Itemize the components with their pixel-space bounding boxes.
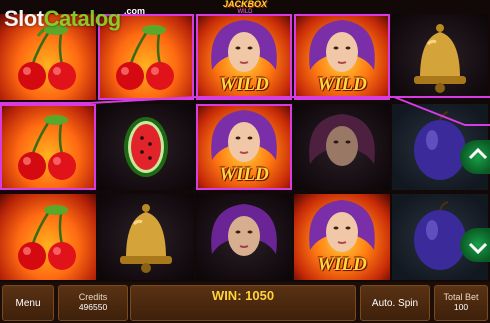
total-bet-panel[interactable]: Total Bet 100 bbox=[434, 285, 488, 321]
credits-panel: Credits 496550 bbox=[58, 285, 128, 321]
reel-4: WILD WILD bbox=[294, 14, 392, 282]
reel-1 bbox=[0, 14, 98, 282]
menu-label: Menu bbox=[15, 298, 41, 309]
watermark-suffix: .com bbox=[124, 6, 146, 16]
autospin-button[interactable]: Auto. Spin bbox=[360, 285, 430, 321]
symbol-cherry bbox=[0, 194, 96, 280]
logo-title: JACKBOX bbox=[222, 0, 267, 9]
symbol-woman bbox=[294, 104, 390, 190]
spin-arrow-icon bbox=[468, 147, 488, 160]
wild-label: WILD bbox=[219, 74, 269, 95]
win-panel: WIN: 1050 bbox=[130, 285, 356, 321]
watermark-accent: Catalog bbox=[43, 6, 122, 31]
wild-label: WILD bbox=[317, 254, 367, 275]
credits-value: 496550 bbox=[78, 302, 108, 312]
watermark-prefix: Slot bbox=[4, 6, 44, 31]
reel-3: WILD WILD bbox=[196, 14, 294, 282]
logo-subtitle: WILD bbox=[237, 9, 253, 15]
symbol-wild: WILD bbox=[196, 104, 292, 190]
symbol-bell bbox=[98, 194, 194, 280]
wild-label: WILD bbox=[317, 74, 367, 95]
autospin-label: Auto. Spin bbox=[371, 298, 419, 309]
menu-button[interactable]: Menu bbox=[2, 285, 54, 321]
cherry-icon bbox=[18, 205, 76, 270]
cherry-icon bbox=[18, 115, 76, 180]
symbol-bell bbox=[392, 14, 488, 100]
spin-arrow-button[interactable] bbox=[460, 228, 490, 262]
wild-woman-icon bbox=[309, 114, 375, 166]
symbol-wild: WILD bbox=[294, 194, 390, 280]
reel-2 bbox=[98, 14, 196, 282]
win-amount: WIN: 1050 bbox=[211, 288, 275, 303]
control-bar: Menu Credits 496550 WIN: 1050 Auto. Spin… bbox=[0, 282, 490, 323]
game-logo: JACKBOX WILD bbox=[205, 0, 285, 16]
symbol-wild-dim bbox=[196, 194, 292, 280]
watermark: SlotCatalog bbox=[4, 6, 121, 32]
bell-icon bbox=[414, 24, 466, 93]
total-bet-value: 100 bbox=[453, 302, 469, 312]
watermelon-icon bbox=[124, 117, 168, 177]
bell-icon bbox=[120, 204, 172, 273]
symbol-wild: WILD bbox=[196, 14, 292, 100]
spin-arrow-icon bbox=[468, 242, 488, 255]
symbol-watermelon bbox=[98, 104, 194, 190]
spin-arrow-button[interactable] bbox=[460, 140, 490, 174]
symbol-cherry bbox=[0, 104, 96, 190]
wild-label: WILD bbox=[219, 164, 269, 185]
symbol-wild: WILD bbox=[294, 14, 390, 100]
wild-woman-icon bbox=[211, 204, 277, 256]
credits-label: Credits bbox=[78, 292, 108, 302]
reels-area: WILD WILD WILD WILD JACKBOX WILD SlotCat… bbox=[0, 0, 490, 282]
total-bet-label: Total Bet bbox=[443, 292, 479, 302]
